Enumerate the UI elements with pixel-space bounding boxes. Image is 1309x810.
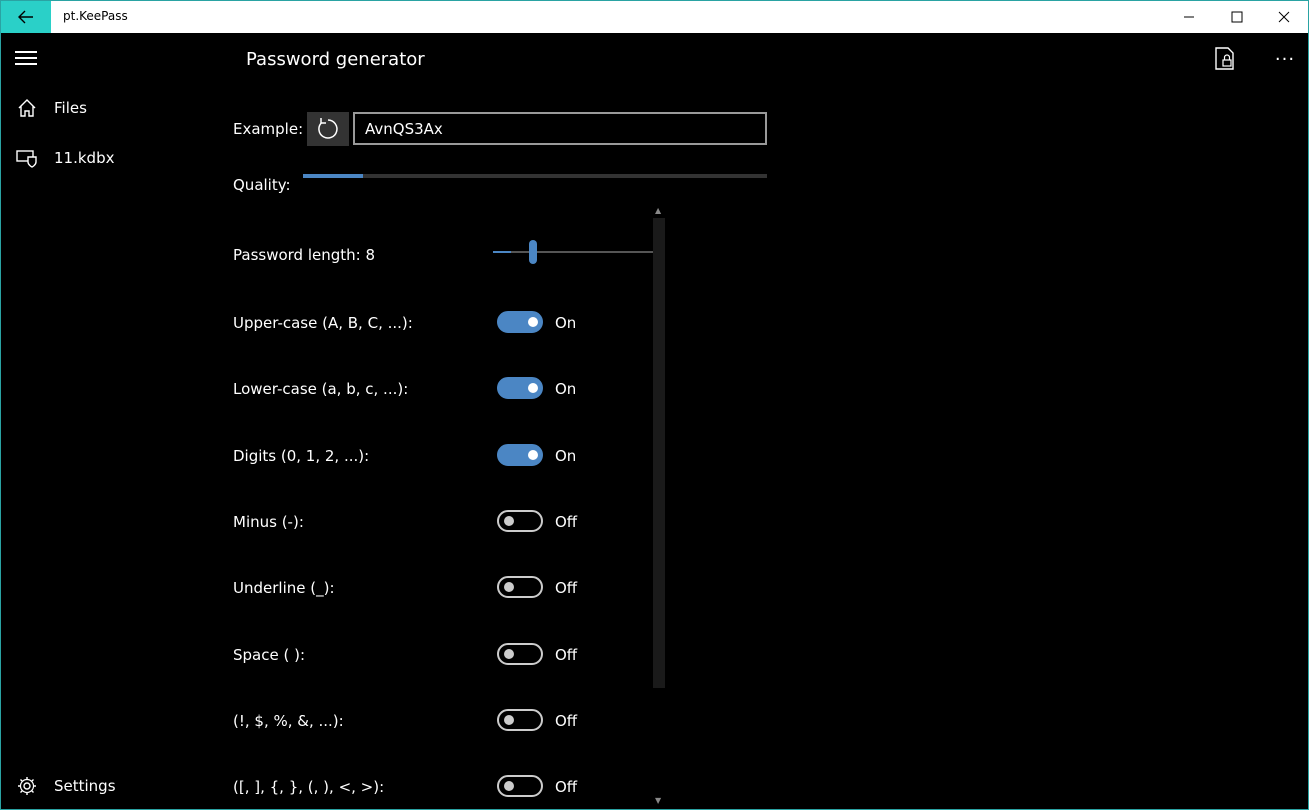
scrollbar-thumb[interactable] [653,218,665,688]
refresh-icon [318,118,338,139]
slider-thumb[interactable] [528,240,537,264]
example-password-field[interactable] [353,112,767,145]
minimize-icon [1184,16,1194,18]
option-label: (!, $, %, &, ...): [233,711,344,730]
close-button[interactable] [1261,1,1307,33]
option-row: Lower-case (a, b, c, ...): On [233,377,653,403]
scroll-up-arrow-icon[interactable]: ▲ [655,206,661,215]
toggle-knob [528,317,538,327]
option-label: Upper-case (A, B, C, ...): [233,314,413,332]
toggle-state-label: On [555,446,577,465]
toggle-state-label: On [555,380,577,399]
option-toggle-switch[interactable] [497,509,543,532]
password-length-slider[interactable] [493,240,661,264]
toggle-knob [504,582,514,593]
toggle-knob [504,781,514,792]
quality-label: Quality: [233,176,291,194]
nav-item-files[interactable]: Files [1,88,201,128]
option-row: Underline (_): Off [233,576,653,602]
app-window: pt.KeePass Files 11.kdbx Settings Passwo… [0,0,1309,810]
hamburger-menu-button[interactable] [15,48,39,70]
option-row: Minus (-): Off [233,509,653,536]
minimize-button[interactable] [1166,1,1212,33]
toggle-knob [504,515,514,526]
app-title: pt.KeePass [63,9,128,23]
nav-item-settings[interactable]: Settings [1,766,201,806]
option-row: ([, ], {, }, (, ), <, >): Off [233,775,653,801]
toggle-state-label: Off [555,778,578,797]
gear-icon [18,777,36,795]
more-options-button[interactable]: ··· [1269,45,1301,73]
option-toggle-switch[interactable] [497,642,543,665]
option-toggle-switch[interactable] [497,377,543,400]
option-toggle-switch[interactable] [497,708,543,731]
option-row: Digits (0, 1, 2, ...): On [233,443,653,470]
slider-track [493,251,661,253]
option-label: Lower-case (a, b, c, ...): [233,380,409,399]
option-row: Space ( ): Off [233,642,653,669]
lock-document-icon [1215,47,1234,70]
toggle-knob [504,648,514,659]
toggle-knob [504,714,514,725]
quality-bar-fill [303,174,364,178]
option-toggle-switch[interactable] [497,775,543,798]
option-label: Space ( ): [233,645,306,664]
toggle-state-label: Off [555,645,578,664]
toggle-state-label: Off [555,512,578,531]
option-label: Minus (-): [233,512,304,531]
options-list: Password length: 8 Upper-case (A, B, C, … [221,206,667,809]
nav-item-label: 11.kdbx [54,149,115,167]
toggle-state-label: Off [555,711,578,730]
scroll-down-arrow-icon[interactable]: ▼ [655,796,661,805]
nav-item-label: Files [54,99,87,117]
option-row: (!, $, %, &, ...): Off [233,708,653,735]
nav-item-label: Settings [54,777,116,795]
home-icon [18,99,36,117]
option-toggle-switch[interactable] [497,311,543,333]
password-length-label: Password length: 8 [233,246,376,264]
option-label: ([, ], {, }, (, ), <, >): [233,778,385,797]
arrow-left-icon [18,10,33,24]
more-icon: ··· [1274,48,1296,70]
option-label: Digits (0, 1, 2, ...): [233,446,370,465]
slider-fill [493,251,511,253]
toggle-state-label: Off [555,579,578,598]
back-button[interactable] [1,1,51,33]
regenerate-button[interactable] [307,112,349,146]
option-toggle-switch[interactable] [497,443,543,466]
options-scrollbar[interactable]: ▲ ▼ [653,206,665,806]
lock-database-button[interactable] [1211,45,1239,73]
close-icon [1278,11,1290,23]
page-title: Password generator [246,49,425,70]
option-label: Underline (_): [233,579,335,598]
example-label: Example: [233,120,304,138]
navigation-pane: Files 11.kdbx Settings [1,33,201,809]
toggle-knob [528,383,538,394]
quality-bar [303,174,767,178]
maximize-button[interactable] [1214,1,1260,33]
maximize-icon [1231,11,1243,23]
option-toggle-switch[interactable] [497,576,543,599]
title-bar: pt.KeePass [1,1,1308,33]
toggle-knob [528,449,538,460]
database-shield-icon [16,150,37,168]
nav-item-database[interactable]: 11.kdbx [1,138,201,178]
option-row: Upper-case (A, B, C, ...): On [233,311,653,337]
toggle-state-label: On [555,314,577,332]
